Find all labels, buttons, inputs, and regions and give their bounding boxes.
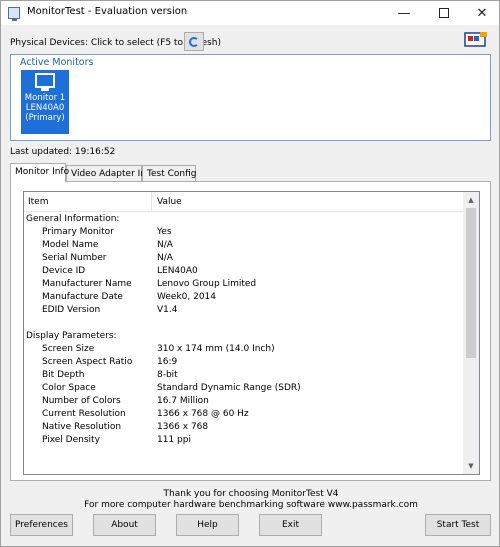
scrollbar-thumb[interactable] bbox=[466, 208, 476, 358]
footer-message: Thank you for choosing MonitorTest V4 Fo… bbox=[1, 489, 500, 511]
active-monitors-legend: Active Monitors bbox=[20, 57, 94, 68]
row-item: Primary Monitor bbox=[42, 227, 114, 237]
row-item: Number of Colors bbox=[42, 396, 121, 406]
minimize-button[interactable]: — bbox=[385, 1, 423, 25]
row-value: Yes bbox=[157, 227, 172, 237]
monitor-tile-primary: (Primary) bbox=[25, 113, 65, 123]
table-row[interactable] bbox=[24, 317, 465, 330]
row-item: Device ID bbox=[42, 266, 86, 276]
column-header-item[interactable]: Item bbox=[28, 197, 49, 207]
row-value: 310 x 174 mm (14.0 Inch) bbox=[157, 344, 275, 354]
about-button[interactable]: About bbox=[93, 514, 156, 536]
scroll-down-icon[interactable]: ▼ bbox=[463, 458, 479, 474]
refresh-button[interactable] bbox=[184, 32, 204, 51]
row-value: 16.7 Million bbox=[157, 396, 209, 406]
row-item: Additional Parameters: bbox=[26, 474, 129, 475]
monitor-stand bbox=[41, 88, 49, 91]
column-divider[interactable] bbox=[151, 192, 152, 212]
row-item: Native Resolution bbox=[42, 422, 122, 432]
table-row[interactable]: Device ID LEN40A0 bbox=[24, 265, 465, 278]
help-button[interactable]: Help bbox=[176, 514, 239, 536]
row-value: 8-bit bbox=[157, 370, 178, 380]
vertical-scrollbar[interactable]: ▲ ▼ bbox=[463, 192, 479, 474]
exit-button[interactable]: Exit bbox=[259, 514, 322, 536]
row-value: N/A bbox=[157, 240, 173, 250]
table-row[interactable]: Screen Size 310 x 174 mm (14.0 Inch) bbox=[24, 343, 465, 356]
start-test-button[interactable]: Start Test bbox=[425, 514, 491, 536]
row-item: Screen Aspect Ratio bbox=[42, 357, 133, 367]
row-item: Pixel Density bbox=[42, 435, 100, 445]
footer-thanks: Thank you for choosing MonitorTest V4 bbox=[163, 489, 339, 499]
list-header: Item Value bbox=[24, 192, 465, 212]
row-item: Serial Number bbox=[42, 253, 107, 263]
row-value: 111 ppi bbox=[157, 435, 191, 445]
row-item: Model Name bbox=[42, 240, 99, 250]
row-value: 1366 x 768 bbox=[157, 422, 209, 432]
monitor-info-panel: Item Value General Information: Primary M… bbox=[10, 181, 491, 481]
table-row[interactable]: EDID Version V1.4 bbox=[24, 304, 465, 317]
monitor-info-list[interactable]: Item Value General Information: Primary M… bbox=[23, 191, 480, 475]
active-monitors-group: Active Monitors Monitor 1 LEN40A0 (Prima… bbox=[10, 54, 491, 141]
table-row[interactable]: Serial Number N/A bbox=[24, 252, 465, 265]
row-value: LEN40A0 bbox=[157, 266, 198, 276]
table-row[interactable]: Manufacturer Name Lenovo Group Limited bbox=[24, 278, 465, 291]
table-row[interactable] bbox=[24, 447, 465, 460]
row-item: EDID Version bbox=[42, 305, 101, 315]
row-item: General Information: bbox=[26, 214, 120, 224]
refresh-icon bbox=[189, 36, 199, 47]
maximize-icon bbox=[439, 8, 449, 18]
info-rows: General Information: Primary Monitor Yes Mo… bbox=[24, 213, 465, 475]
row-value: N/A bbox=[157, 253, 173, 263]
monitor-icon bbox=[8, 7, 20, 21]
section-header-row[interactable]: Additional Parameters: bbox=[24, 473, 465, 475]
window-title: MonitorTest - Evaluation version bbox=[27, 6, 188, 17]
footer-website: For more computer hardware benchmarking … bbox=[84, 500, 418, 510]
row-item: Current Resolution bbox=[42, 409, 126, 419]
table-row[interactable]: Model Name N/A bbox=[24, 239, 465, 252]
title-bar: MonitorTest - Evaluation version — ✕ bbox=[1, 1, 499, 25]
table-row[interactable]: Screen Aspect Ratio 16:9 bbox=[24, 356, 465, 369]
row-item: Manufacturer Name bbox=[42, 279, 132, 289]
monitor-1-tile[interactable]: Monitor 1 LEN40A0 (Primary) bbox=[21, 70, 69, 134]
row-item: Bit Depth bbox=[42, 370, 85, 380]
row-item: Color Space bbox=[42, 383, 96, 393]
row-value: 16:9 bbox=[157, 357, 178, 367]
tab-test-config[interactable]: Test Config bbox=[142, 165, 196, 182]
table-row[interactable]: Bit Depth 8-bit bbox=[24, 369, 465, 382]
tab-monitor-info[interactable]: Monitor Info bbox=[10, 163, 69, 182]
last-updated-text: Last updated: 19:16:52 bbox=[10, 147, 116, 157]
row-item: Display Parameters: bbox=[26, 331, 117, 341]
row-value: 1366 x 768 @ 60 Hz bbox=[157, 409, 249, 419]
row-value: Week0, 2014 bbox=[157, 292, 217, 302]
table-row[interactable]: Manufacture Date Week0, 2014 bbox=[24, 291, 465, 304]
monitor-icon bbox=[35, 73, 55, 88]
monitortest-window: MonitorTest - Evaluation version — ✕ Phy… bbox=[0, 0, 500, 547]
monitor-tile-id: LEN40A0 bbox=[25, 103, 65, 113]
section-header-row[interactable]: General Information: bbox=[24, 213, 465, 226]
table-row[interactable]: Primary Monitor Yes bbox=[24, 226, 465, 239]
row-value: Standard Dynamic Range (SDR) bbox=[157, 383, 301, 393]
table-row[interactable]: Number of Colors 16.7 Million bbox=[24, 395, 465, 408]
table-row[interactable]: Color Space Standard Dynamic Range (SDR) bbox=[24, 382, 465, 395]
row-item: Screen Size bbox=[42, 344, 95, 354]
close-button[interactable]: ✕ bbox=[463, 1, 500, 25]
row-item: Manufacture Date bbox=[42, 292, 123, 302]
maximize-button[interactable] bbox=[425, 1, 463, 25]
monitor-tile-name: Monitor 1 bbox=[24, 93, 66, 103]
table-row[interactable] bbox=[24, 460, 465, 473]
column-header-value[interactable]: Value bbox=[157, 197, 182, 207]
preferences-button[interactable]: Preferences bbox=[10, 514, 73, 536]
scroll-up-icon[interactable]: ▲ bbox=[463, 192, 479, 208]
row-value: V1.4 bbox=[157, 305, 178, 315]
table-row[interactable]: Current Resolution 1366 x 768 @ 60 Hz bbox=[24, 408, 465, 421]
passmark-logo-icon bbox=[464, 32, 487, 47]
row-value: Lenovo Group Limited bbox=[157, 279, 257, 289]
section-header-row[interactable]: Display Parameters: bbox=[24, 330, 465, 343]
tab-video-adapter-info[interactable]: Video Adapter Info bbox=[66, 165, 155, 182]
table-row[interactable]: Native Resolution 1366 x 768 bbox=[24, 421, 465, 434]
table-row[interactable]: Pixel Density 111 ppi bbox=[24, 434, 465, 447]
